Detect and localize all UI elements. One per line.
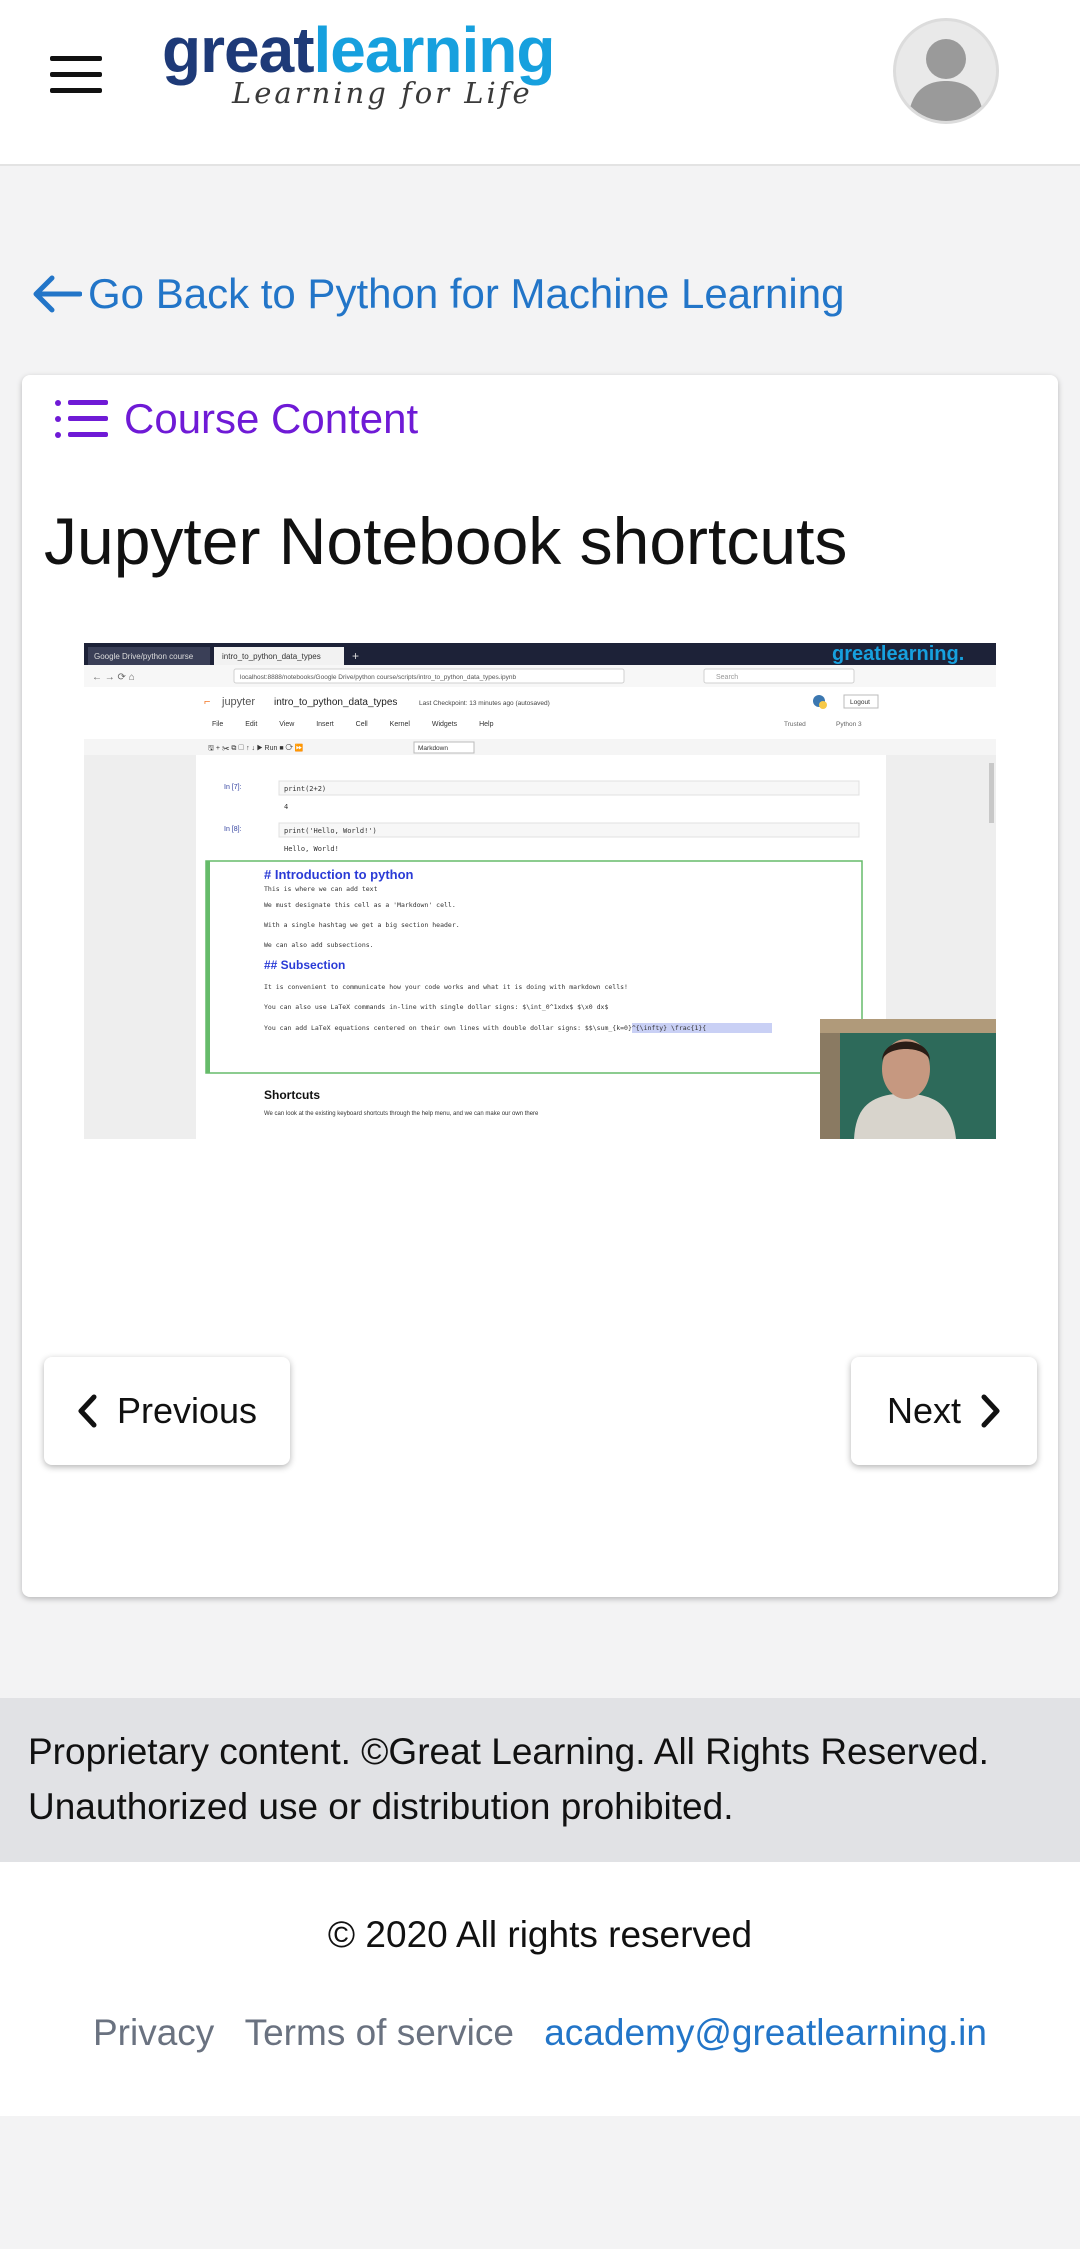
video-player[interactable]: Google Drive/python course intro_to_pyth…	[84, 643, 996, 1139]
cell1-code: print(2+2)	[284, 785, 326, 793]
md-line-1: This is where we can add text	[264, 885, 378, 893]
cell1-output: 4	[284, 803, 288, 811]
kernel-label: Python 3	[836, 721, 862, 728]
footer: © 2020 All rights reserved Privacy Terms…	[0, 1862, 1080, 2116]
cell-type-select: Markdown	[418, 745, 448, 752]
md-heading-1: # Introduction to python	[264, 867, 414, 882]
top-header: greatlearning Learning for Life	[0, 0, 1080, 166]
list-icon	[55, 400, 108, 438]
md-line-6: You can also use LaTeX commands in-line …	[264, 1003, 608, 1011]
shortcuts-heading: Shortcuts	[264, 1088, 320, 1102]
trusted-label: Trusted	[784, 721, 806, 728]
video-watermark: greatlearning.	[832, 643, 964, 665]
checkpoint-text: Last Checkpoint: 13 minutes ago (autosav…	[419, 700, 550, 707]
user-avatar[interactable]	[893, 18, 999, 124]
cell2-output: Hello, World!	[284, 845, 339, 853]
back-to-course-link[interactable]: Go Back to Python for Machine Learning	[30, 270, 844, 318]
browser-tab-2: intro_to_python_data_types	[222, 652, 321, 661]
contact-email-link[interactable]: academy@greatlearning.in	[544, 2012, 987, 2053]
previous-label: Previous	[116, 1390, 258, 1431]
next-button[interactable]: Next	[851, 1357, 1037, 1465]
presenter-webcam-inset	[820, 1019, 996, 1139]
copyright-text: © 2020 All rights reserved	[327, 1914, 753, 1955]
md-line-7: You can add LaTeX equations centered on …	[264, 1024, 706, 1032]
next-label: Next	[886, 1390, 962, 1431]
privacy-link[interactable]: Privacy	[93, 2012, 214, 2053]
md-line-3: With a single hashtag we get a big secti…	[264, 921, 460, 929]
lesson-title: Jupyter Notebook shortcuts	[44, 504, 848, 578]
avatar-person-icon	[908, 39, 984, 121]
notice-line-2: Unauthorized use or distribution prohibi…	[28, 1786, 734, 1827]
browser-nav-icons: ← → ⟳ ⌂	[92, 672, 135, 683]
chevron-left-icon	[78, 1394, 97, 1428]
md-heading-2: ## Subsection	[264, 958, 345, 972]
md-line-2: We must designate this cell as a 'Markdo…	[264, 901, 456, 909]
browser-search: Search	[716, 674, 738, 681]
jupyter-logo-icon: ⌐	[204, 696, 210, 708]
previous-button[interactable]: Previous	[44, 1357, 290, 1465]
logout-button: Logout	[850, 699, 870, 706]
cell2-prompt: In [8]:	[224, 826, 242, 833]
address-bar: localhost:8888/notebooks/Google Drive/py…	[240, 674, 516, 681]
lesson-card: Course Content Jupyter Notebook shortcut…	[22, 375, 1058, 1597]
md-line-4: We can also add subsections.	[264, 941, 374, 949]
new-tab-icon: +	[352, 649, 359, 663]
cell1-prompt: In [7]:	[224, 784, 242, 791]
back-link-label: Go Back to Python for Machine Learning	[88, 270, 845, 317]
logo-tagline: Learning for Life	[232, 76, 533, 110]
notebook-name: intro_to_python_data_types	[274, 697, 397, 708]
shortcuts-text: We can look at the existing keyboard sho…	[264, 1111, 539, 1117]
jupyter-label: jupyter	[221, 696, 255, 708]
browser-tab-1: Google Drive/python course	[94, 652, 194, 661]
notice-line-1: Proprietary content. ©Great Learning. Al…	[28, 1731, 989, 1772]
jupyter-toolbar: 🖫 + ✂ ⧉ ▢ ↑ ↓ ▶ Run ■ ⟳ ⏩	[208, 743, 304, 752]
arrow-left-icon	[33, 275, 82, 313]
course-content-label: Course Content	[124, 395, 419, 442]
md-line-5: It is convenient to communicate how your…	[264, 983, 628, 991]
proprietary-notice: Proprietary content. ©Great Learning. Al…	[0, 1698, 1080, 1862]
video-frame: Google Drive/python course intro_to_pyth…	[84, 643, 996, 1139]
footer-links: Privacy Terms of service academy@greatle…	[0, 2012, 1080, 2054]
jupyter-menu: File Edit View Insert Cell Kernel Widget…	[212, 721, 494, 728]
chevron-right-icon	[981, 1394, 1000, 1428]
cell2-code: print('Hello, World!')	[284, 827, 377, 835]
terms-link[interactable]: Terms of service	[245, 2012, 514, 2053]
hamburger-menu-icon[interactable]	[50, 56, 102, 96]
course-content-button[interactable]: Course Content	[54, 395, 418, 443]
greatlearning-logo[interactable]: greatlearning Learning for Life	[162, 14, 555, 110]
